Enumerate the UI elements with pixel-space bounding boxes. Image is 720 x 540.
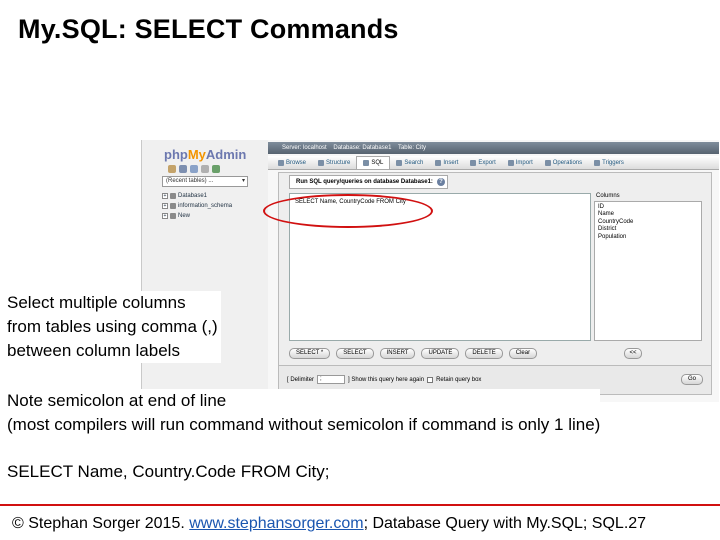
browse-icon xyxy=(278,159,284,166)
tab-bar: Browse Structure SQL Search Insert Expor… xyxy=(268,156,719,170)
phpmyadmin-screenshot: phpMyAdmin (Recent tables) ... ▾ + Databas… xyxy=(141,140,719,402)
expand-icon[interactable]: + xyxy=(162,203,168,209)
tree-item[interactable]: + Database1 xyxy=(162,191,232,201)
note-multiple-columns: Select multiple columns from tables usin… xyxy=(7,291,221,363)
logout-icon[interactable] xyxy=(179,165,187,173)
operations-icon xyxy=(544,159,551,166)
triggers-icon xyxy=(594,159,601,166)
delete-button[interactable]: DELETE xyxy=(465,348,503,359)
retain-query-label: Retain query box xyxy=(436,376,482,383)
tab-insert[interactable]: Insert xyxy=(429,156,464,169)
search-icon xyxy=(396,159,403,166)
show-again-label: ] Show this query here again xyxy=(348,376,425,383)
expand-icon[interactable]: + xyxy=(162,213,168,219)
slide-footer: © Stephan Sorger 2015. www.stephansorger… xyxy=(12,515,646,533)
column-option[interactable]: CountryCode xyxy=(598,219,698,226)
footer-copyright: © Stephan Sorger 2015. xyxy=(12,515,190,532)
tab-search[interactable]: Search xyxy=(390,156,429,169)
delimiter-group: [ Delimiter ; ] Show this query here aga… xyxy=(287,375,481,384)
recent-tables-select[interactable]: (Recent tables) ... ▾ xyxy=(162,176,248,187)
footer-divider xyxy=(0,504,720,506)
sidebar-icon-row xyxy=(168,165,220,173)
export-icon xyxy=(470,159,477,166)
chevron-down-icon: ▾ xyxy=(241,178,245,184)
clear-button[interactable]: Clear xyxy=(508,348,538,359)
note-line: Note semicolon at end of line xyxy=(7,391,227,410)
breadcrumb-server[interactable]: Server: localhost xyxy=(282,145,327,151)
slide-title: My.SQL: SELECT Commands xyxy=(18,14,399,44)
footer-link[interactable]: www.stephansorger.com xyxy=(189,515,363,532)
tab-browse[interactable]: Browse xyxy=(272,156,312,169)
footer-suffix: ; Database Query with My.SQL; SQL.27 xyxy=(363,515,647,532)
go-button[interactable]: Go xyxy=(680,374,703,385)
database-icon xyxy=(170,203,176,209)
select-button[interactable]: SELECT xyxy=(336,348,374,359)
retain-query-checkbox[interactable] xyxy=(427,376,434,383)
delimiter-label: [ Delimiter xyxy=(287,376,315,383)
note-line: SELECT Name, Country.Code FROM City; xyxy=(7,462,330,481)
columns-label: Columns xyxy=(596,193,620,199)
tab-operations[interactable]: Operations xyxy=(539,156,588,169)
delimiter-input[interactable]: ; xyxy=(317,375,346,384)
tab-import[interactable]: Import xyxy=(502,156,539,169)
note-example-query: SELECT Name, Country.Code FROM City; xyxy=(7,460,330,484)
tree-item[interactable]: + information_schema xyxy=(162,201,232,211)
tab-sql[interactable]: SQL xyxy=(356,156,391,169)
settings-icon[interactable] xyxy=(212,165,220,173)
column-option[interactable]: Name xyxy=(598,211,698,218)
home-icon[interactable] xyxy=(168,165,176,173)
tab-triggers[interactable]: Triggers xyxy=(588,156,630,169)
note-line: between column labels xyxy=(7,341,180,360)
breadcrumb-table[interactable]: Table: City xyxy=(398,145,426,151)
note-semicolon: Note semicolon at end of line (most comp… xyxy=(7,389,601,437)
help-icon[interactable] xyxy=(190,165,198,173)
column-option[interactable]: Population xyxy=(598,234,698,241)
select-star-button[interactable]: SELECT * xyxy=(289,348,331,359)
breadcrumb: Server: localhost Database: Database1 Ta… xyxy=(268,142,719,154)
phpmyadmin-logo: phpMyAdmin xyxy=(164,147,246,162)
database-tree: + Database1 + information_schema + New xyxy=(162,191,232,221)
column-option[interactable]: ID xyxy=(598,204,698,211)
note-line: (most compilers will run command without… xyxy=(7,415,601,434)
database-icon xyxy=(170,213,176,219)
logo-php: php xyxy=(164,147,188,162)
insert-button[interactable]: INSERT xyxy=(379,348,416,359)
columns-list[interactable]: ID Name CountryCode District Population xyxy=(594,201,702,341)
breadcrumb-database[interactable]: Database: Database1 xyxy=(333,145,391,151)
sql-panel-legend: Run SQL query/queries on database Databa… xyxy=(289,175,448,189)
insert-icon xyxy=(435,159,442,166)
query-button-row: SELECT * SELECT INSERT UPDATE DELETE Cle… xyxy=(289,348,538,359)
help-icon[interactable]: ? xyxy=(436,178,445,186)
database-icon xyxy=(170,193,176,199)
sql-icon xyxy=(363,160,370,166)
insert-column-button[interactable]: << xyxy=(624,348,642,359)
column-option[interactable]: District xyxy=(598,226,698,233)
tab-structure[interactable]: Structure xyxy=(312,156,356,169)
structure-icon xyxy=(318,159,325,166)
docs-icon[interactable] xyxy=(201,165,209,173)
note-line: Select multiple columns xyxy=(7,293,186,312)
logo-admin: Admin xyxy=(205,147,247,162)
expand-icon[interactable]: + xyxy=(162,193,168,199)
note-line: from tables using comma (,) xyxy=(7,317,218,336)
update-button[interactable]: UPDATE xyxy=(421,348,460,359)
pma-main: Server: localhost Database: Database1 Ta… xyxy=(268,140,719,402)
highlight-oval xyxy=(263,194,433,228)
logo-my: My xyxy=(187,147,206,162)
import-icon xyxy=(507,159,514,166)
tree-item[interactable]: + New xyxy=(162,211,232,221)
tab-export[interactable]: Export xyxy=(464,156,501,169)
